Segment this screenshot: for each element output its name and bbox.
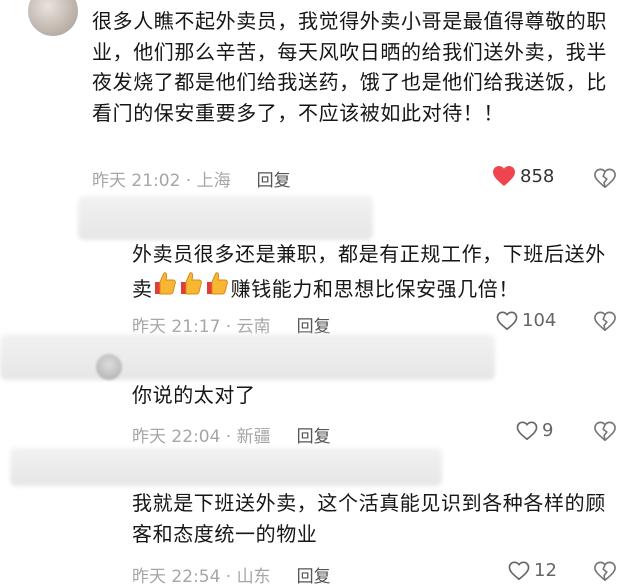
reply-button[interactable]: 回复 [297,422,331,447]
main-comment-meta: 昨天 21:02 · 上海 回复 [92,166,291,191]
reply-avatar[interactable] [96,354,122,380]
reply-text: 你说的太对了 [132,383,256,407]
thumbs-up-emoji [153,270,231,296]
reply-meta: 昨天 22:54 · 山东 回复 [132,562,331,587]
heart-outline-icon [516,421,538,440]
dislike-icon[interactable] [594,561,616,583]
like-count: 12 [534,560,557,581]
reply-text-part: 赚钱能力和思想比保安强几倍！ [230,276,520,301]
like-button[interactable]: 12 [508,560,557,581]
thumbs-up-icon [154,271,176,294]
like-count: 9 [542,420,554,441]
reply-time-location: 昨天 22:54 · 山东 [132,567,271,587]
like-count: 104 [522,310,557,331]
commenter-avatar[interactable] [28,0,78,36]
reply-button[interactable]: 回复 [297,562,331,587]
dislike-icon[interactable] [594,168,616,190]
dislike-icon[interactable] [594,421,616,443]
dislike-icon[interactable] [594,311,616,333]
heart-filled-icon [493,166,515,186]
thumbs-up-icon [180,271,202,294]
reply-meta: 昨天 22:04 · 新疆 回复 [132,422,331,447]
redacted-username [10,448,442,486]
reply-time-location: 昨天 22:04 · 新疆 [132,427,271,447]
thumbs-up-icon [206,271,228,294]
reply-text: 我就是下班送外卖，这个活真能见识到各种各样的顾客和态度统一的物业 [132,491,606,546]
like-count: 858 [520,165,555,187]
comment-time-location: 昨天 21:02 · 上海 [92,171,231,191]
main-comment-text: 很多人瞧不起外卖员，我觉得外卖小哥是最值得尊敬的职业，他们那么辛苦，每天风吹日晒… [92,9,607,125]
redacted-username [78,196,373,240]
reply-text: 外卖员很多还是兼职，都是有正规工作，下班后送外卖 赚钱能力和思想比保安强几倍！ [132,239,622,304]
redacted-username [0,334,495,380]
heart-outline-icon [508,561,530,580]
like-button[interactable]: 104 [496,310,556,331]
like-button[interactable]: 9 [516,420,553,441]
like-button[interactable]: 858 [492,165,554,187]
heart-outline-icon [496,311,518,330]
reply-button[interactable]: 回复 [257,166,291,191]
